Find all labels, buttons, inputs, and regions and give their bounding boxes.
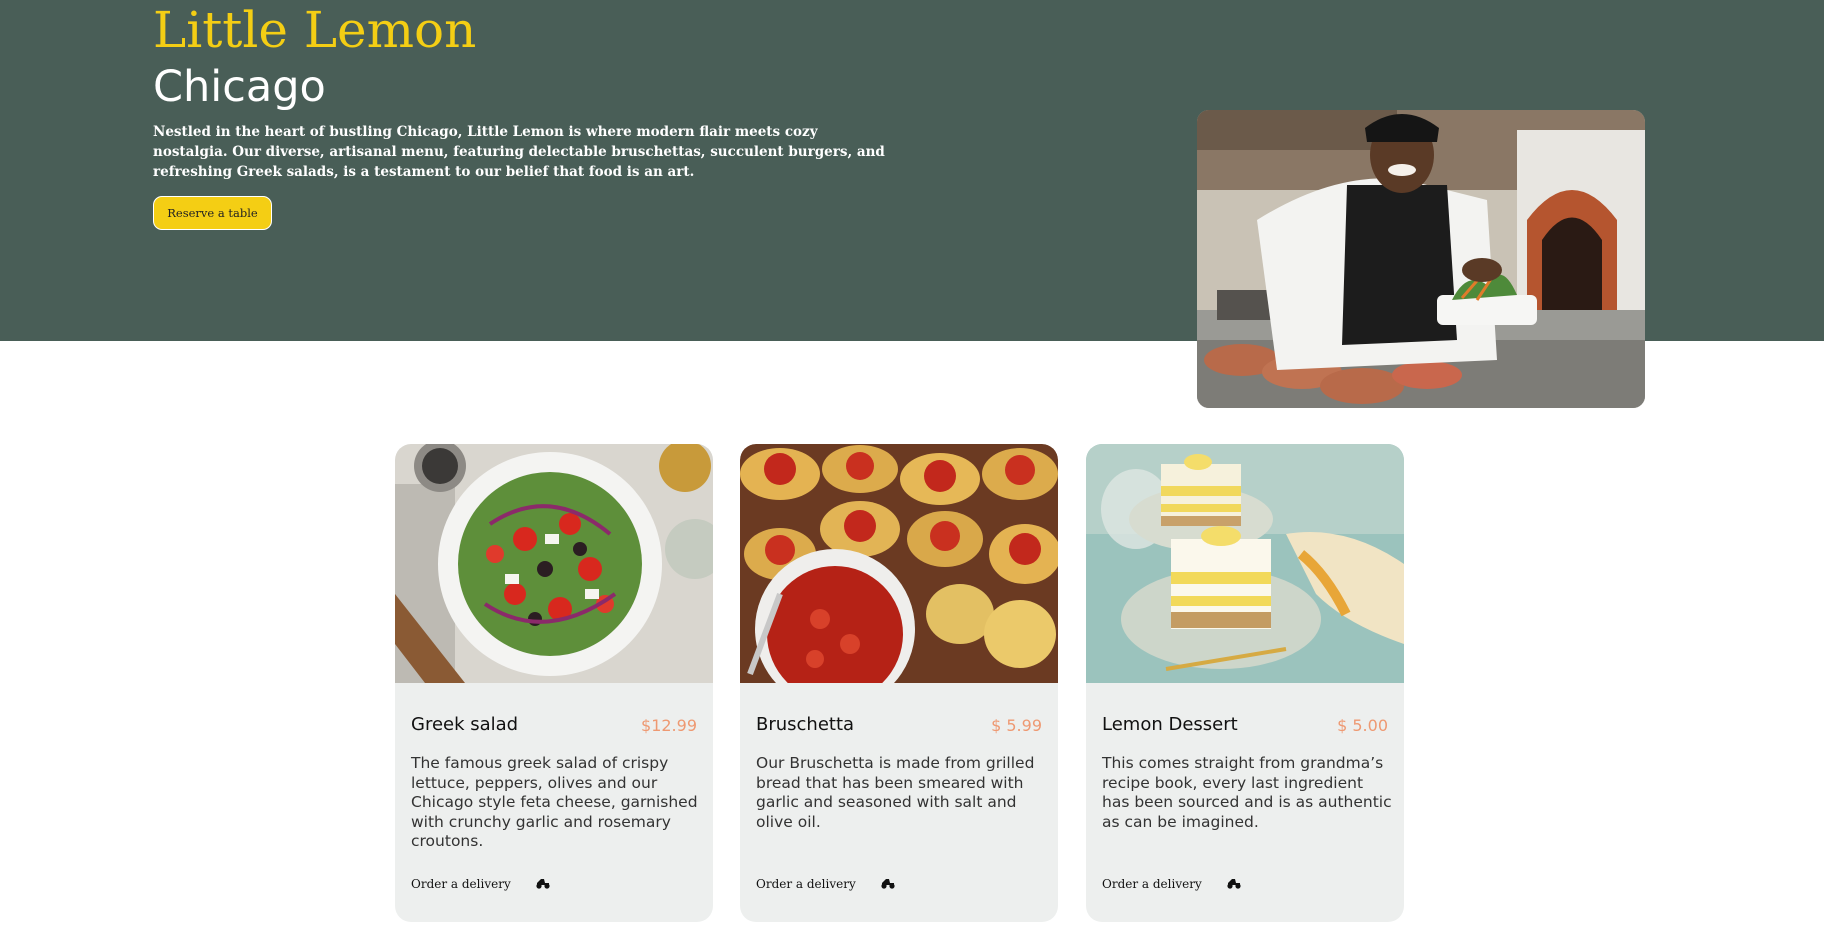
dish-description: The famous greek salad of crispy lettuce… [411,754,698,850]
greek-salad-photo [395,444,713,683]
special-card-greek-salad: Greek salad $12.99 The famous greek sala… [395,444,713,922]
dish-description: Our Bruschetta is made from grilled brea… [756,754,1035,831]
lemon-dessert-photo [1086,444,1404,683]
dish-description: This comes straight from grandma’s recip… [1102,754,1392,831]
bruschetta-photo [740,444,1058,683]
delivery-scooter-icon [535,874,551,893]
order-delivery-label: Order a delivery [1102,876,1202,891]
special-card-lemon-dessert: Lemon Dessert $ 5.00 This comes straight… [1086,444,1404,922]
special-card-bruschetta: Bruschetta $ 5.99 Our Bruschetta is made… [740,444,1058,922]
dish-title: Bruschetta [756,714,855,735]
order-delivery-label: Order a delivery [411,876,511,891]
restaurant-city: Chicago [153,62,326,112]
dish-price: $ 5.00 [1337,716,1388,735]
dish-title: Lemon Dessert [1102,714,1238,735]
hero-description: Nestled in the heart of bustling Chicago… [153,124,885,180]
order-delivery-link[interactable]: Order a delivery [411,874,551,893]
dish-title: Greek salad [411,714,519,735]
dish-price: $ 5.99 [991,716,1042,735]
order-delivery-link[interactable]: Order a delivery [1102,874,1242,893]
restaurant-title: Little Lemon [153,1,477,59]
reserve-table-button[interactable]: Reserve a table [153,196,272,230]
delivery-scooter-icon [880,874,896,893]
dish-price: $12.99 [641,716,697,735]
delivery-scooter-icon [1226,874,1242,893]
order-delivery-link[interactable]: Order a delivery [756,874,896,893]
order-delivery-label: Order a delivery [756,876,856,891]
chef-photo [1197,110,1645,408]
